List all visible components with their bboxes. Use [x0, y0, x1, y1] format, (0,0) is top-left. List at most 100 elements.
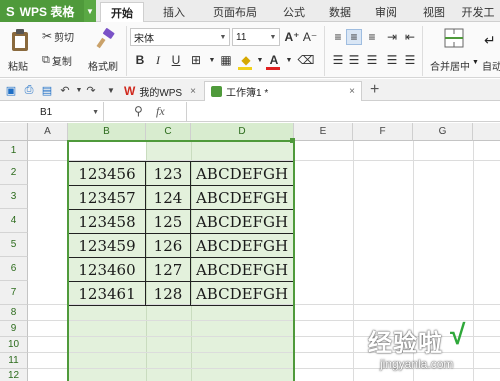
align-middle-icon[interactable]: ≡ [346, 29, 362, 45]
increase-font-icon[interactable]: A⁺ [284, 29, 300, 45]
redo-icon[interactable]: ↷ [84, 83, 98, 97]
fx-icon[interactable]: fx [156, 104, 165, 119]
row-header-5[interactable]: 5 [0, 233, 28, 257]
customize-icon[interactable]: ▼ [104, 83, 118, 97]
select-all-corner[interactable] [0, 123, 28, 141]
ribbon-divider [126, 26, 127, 76]
cut-button[interactable]: ✂ 剪切 [42, 28, 74, 44]
auto-wrap-button[interactable]: ↵ 自动 [480, 26, 500, 76]
copy-icon: ⧉ [42, 53, 50, 66]
row-header-12[interactable]: 12 [0, 369, 28, 381]
merge-center-label: 合并居中 [430, 62, 470, 73]
formula-input[interactable] [186, 102, 500, 122]
row-header-3[interactable]: 3 [0, 185, 28, 209]
close-icon[interactable]: × [349, 86, 355, 97]
column-header-h[interactable] [473, 123, 500, 141]
undo-icon[interactable]: ↶ [58, 83, 72, 97]
column-header-c[interactable]: C [146, 123, 191, 141]
chevron-down-icon: ▼ [472, 59, 479, 66]
align-top-icon[interactable]: ≡ [330, 29, 346, 45]
menu-bar: S WPS 表格 ▼ 开始 插入 页面布局 公式 数据 审阅 视图 开发工 [0, 0, 500, 22]
row-header-8[interactable]: 8 [0, 305, 28, 321]
close-icon[interactable]: × [190, 86, 196, 97]
tab-workbook[interactable]: 工作簿1 * × [204, 81, 362, 101]
tab-review[interactable]: 审阅 [364, 2, 408, 22]
wrap-icon: ↵ [484, 32, 496, 48]
tab-home[interactable]: 开始 [100, 2, 144, 22]
row-header-10[interactable]: 10 [0, 337, 28, 353]
outdent-icon[interactable]: ⇤ [402, 29, 418, 45]
font-size-select[interactable]: 11 ▼ [232, 28, 280, 46]
chevron-down-icon: ▼ [269, 33, 277, 41]
row-header-2[interactable]: 2 [0, 161, 28, 185]
font-color-bar [266, 67, 280, 70]
tab-insert[interactable]: 插入 [152, 2, 196, 22]
fill-handle[interactable] [290, 138, 295, 143]
tab-workbook-label: 工作簿1 * [226, 88, 269, 99]
row-header-7[interactable]: 7 [0, 281, 28, 305]
tab-page-layout[interactable]: 页面布局 [202, 2, 268, 22]
column-header-e[interactable]: E [294, 123, 353, 141]
app-title: WPS 表格 [19, 4, 75, 19]
row-header-11[interactable]: 11 [0, 353, 28, 369]
align-right-icon[interactable]: ☰ [364, 52, 380, 68]
cell-style-icon[interactable]: ▦ [218, 52, 234, 68]
ribbon: 粘贴 ✂ 剪切 ⧉ 复制 格式刷 宋体 ▼ 11 ▼ A⁺ A⁻ B I U ⊞… [0, 22, 500, 78]
spreadsheet-icon [211, 86, 222, 97]
watermark-text: 经验啦 [368, 330, 443, 357]
align-bottom-icon[interactable]: ≡ [364, 29, 380, 45]
italic-button[interactable]: I [150, 52, 166, 68]
distribute-icon[interactable]: ☰ [402, 52, 418, 68]
merge-center-button[interactable]: 合并居中 ▼ [428, 26, 479, 76]
app-menu-button[interactable]: S WPS 表格 [0, 0, 84, 22]
row-header-1[interactable]: 1 [0, 141, 28, 161]
ribbon-divider [324, 26, 325, 76]
print-preview-icon[interactable]: ▤ [40, 83, 54, 97]
name-box-value: B1 [40, 106, 53, 118]
align-center-icon[interactable]: ☰ [346, 52, 362, 68]
clipboard-icon [12, 29, 28, 51]
wps-logo-icon: S [6, 3, 15, 19]
copy-button[interactable]: ⧉ 复制 [42, 52, 72, 68]
column-header-g[interactable]: G [413, 123, 473, 141]
cut-label: 剪切 [54, 32, 75, 44]
tab-developer[interactable]: 开发工 [456, 2, 500, 22]
row-header-6[interactable]: 6 [0, 257, 28, 281]
chevron-down-icon[interactable]: ▼ [84, 0, 96, 22]
font-color-icon[interactable]: A [266, 52, 282, 68]
tab-view[interactable]: 视图 [412, 2, 456, 22]
name-box[interactable]: B1 ▼ [0, 102, 104, 122]
zoom-icon[interactable]: ⚲ [134, 104, 143, 118]
column-header-d[interactable]: D [191, 123, 294, 141]
column-header-f[interactable]: F [353, 123, 413, 141]
font-name-select[interactable]: 宋体 ▼ [130, 28, 230, 46]
formula-bar: B1 ▼ ⚲ fx [0, 102, 500, 122]
clear-format-icon[interactable]: ⌫ [298, 52, 315, 68]
font-size-value: 11 [236, 31, 247, 43]
tab-my-wps[interactable]: W 我的WPS × [118, 81, 202, 101]
paste-button[interactable]: 粘贴 [6, 26, 36, 76]
underline-button[interactable]: U [168, 52, 184, 68]
indent-icon[interactable]: ⇥ [384, 29, 400, 45]
spreadsheet-grid: A B C D E F G 1 2 3 4 5 6 7 8 9 10 11 12… [0, 123, 500, 381]
decrease-font-icon[interactable]: A⁻ [302, 29, 318, 45]
chevron-down-icon[interactable]: ▼ [281, 52, 297, 68]
row-header-9[interactable]: 9 [0, 321, 28, 337]
wps-logo-icon: W [124, 84, 136, 98]
save-icon[interactable]: ▣ [4, 83, 18, 97]
align-left-icon[interactable]: ☰ [330, 52, 346, 68]
column-header-b[interactable]: B [68, 123, 146, 141]
tab-data[interactable]: 数据 [318, 2, 362, 22]
grid-line [353, 141, 354, 381]
column-header-a[interactable]: A [28, 123, 68, 141]
print-icon[interactable]: ⎙ [22, 83, 36, 97]
tab-formulas[interactable]: 公式 [272, 2, 316, 22]
new-tab-button[interactable]: + [370, 81, 379, 99]
bold-button[interactable]: B [132, 52, 148, 68]
justify-icon[interactable]: ☰ [384, 52, 400, 68]
border-icon[interactable]: ⊞ [188, 52, 204, 68]
format-painter-button[interactable]: 格式刷 [88, 26, 124, 76]
row-header-4[interactable]: 4 [0, 209, 28, 233]
auto-wrap-label: 自动 [482, 62, 500, 73]
scissors-icon: ✂ [42, 29, 53, 43]
